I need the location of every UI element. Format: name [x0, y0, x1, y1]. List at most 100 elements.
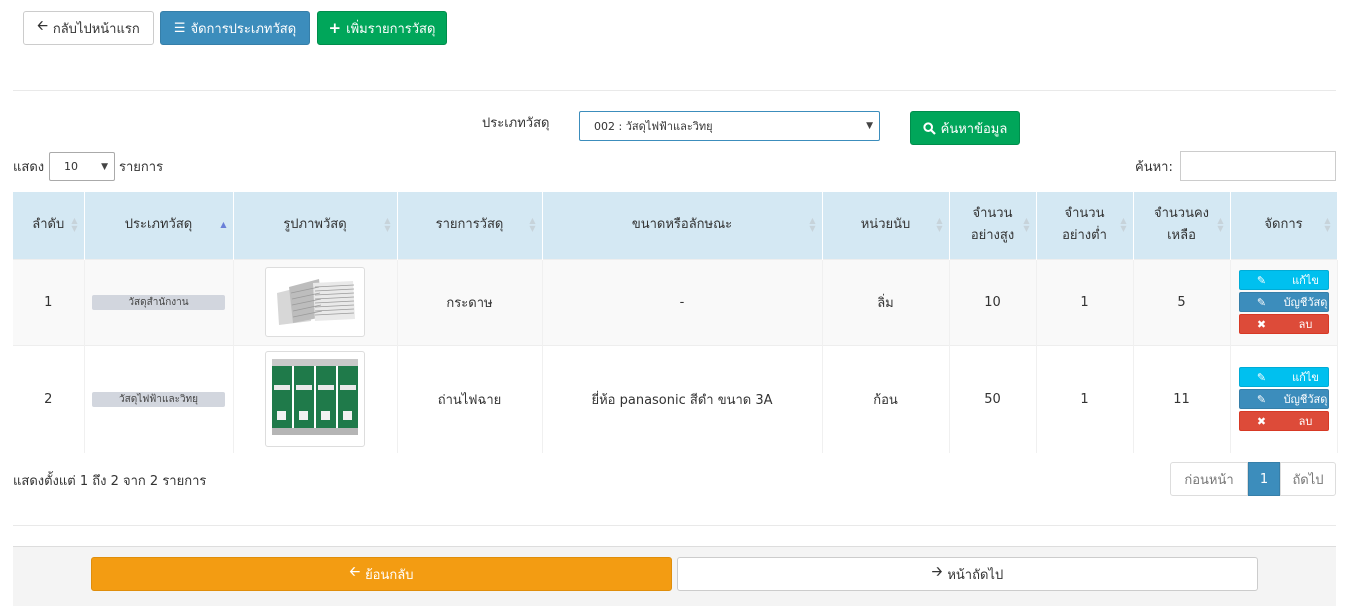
col-header-type[interactable]: ประเภทวัสดุ ▲	[84, 192, 234, 259]
manage-types-button[interactable]: ☰ จัดการประเภทวัสดุ	[160, 11, 310, 45]
back-label: ย้อนกลับ	[365, 567, 414, 583]
table-row: 2 วัสดุไฟฟ้าและวิทยุ ถ่านไฟฉาย ยี่ห้อ pa…	[13, 344, 1338, 453]
type-filter-label: ประเภทวัสดุ	[482, 116, 550, 131]
pagination-page-1[interactable]: 1	[1248, 462, 1280, 496]
pagination-next[interactable]: ถัดไป	[1280, 462, 1336, 496]
back-button[interactable]: 🡠 ย้อนกลับ	[91, 557, 672, 591]
cell-type: วัสดุสำนักงาน	[84, 258, 234, 345]
sort-icon: ▲ ▼	[809, 216, 816, 234]
sort-icon: ▲ ▼	[1324, 216, 1331, 234]
col-header-label: จำนวน อย่างต่ำ	[1062, 206, 1107, 244]
cell-size: ยี่ห้อ panasonic สีดำ ขนาด 3A	[542, 344, 823, 453]
cell-no: 2	[13, 344, 85, 453]
paper-stack-image[interactable]	[265, 267, 365, 337]
table-row: 1 วัสดุสำนักงาน กระดาษ - ลิ่ม 10 1 5 ✎ แ…	[13, 258, 1338, 345]
list-icon: ☰	[173, 20, 186, 36]
col-header-label: ประเภทวัสดุ	[124, 217, 193, 233]
edit-label: แก้ไข	[1292, 371, 1319, 385]
cell-image	[233, 258, 398, 345]
col-header-label: รายการวัสดุ	[435, 217, 504, 233]
search-label: ค้นหา:	[1135, 160, 1173, 175]
col-header-label: จำนวนคง เหลือ	[1153, 206, 1210, 244]
sort-icon: ▲ ▼	[384, 216, 391, 234]
sort-icon: ▲ ▼	[71, 216, 78, 234]
col-header-min[interactable]: จำนวน อย่างต่ำ ▲ ▼	[1036, 192, 1134, 259]
arrow-left-icon: 🡠	[349, 565, 361, 580]
type-badge: วัสดุสำนักงาน	[92, 295, 225, 310]
sort-icon: ▲ ▼	[1217, 216, 1224, 234]
plus-icon: +	[328, 19, 342, 37]
col-header-label: ขนาดหรือลักษณะ	[631, 217, 733, 233]
table-header-row: ลำดับ ▲ ▼ ประเภทวัสดุ ▲ รูปภาพวัสดุ ▲ ▼ รายกา…	[13, 192, 1338, 259]
edit-button[interactable]: ✎ แก้ไข	[1238, 270, 1329, 290]
next-page-label: หน้าถัดไป	[947, 567, 1004, 583]
search-input[interactable]	[1180, 151, 1336, 181]
show-suffix: รายการ	[119, 160, 164, 175]
col-header-name[interactable]: รายการวัสดุ ▲ ▼	[397, 192, 543, 259]
cell-min: 1	[1036, 258, 1134, 345]
divider	[13, 525, 1336, 526]
edit-button[interactable]: ✎ แก้ไข	[1238, 367, 1329, 388]
delete-button[interactable]: ✖ ลบ	[1238, 411, 1329, 432]
sort-icon: ▲ ▼	[936, 216, 943, 234]
type-select[interactable]: 002 : วัสดุไฟฟ้าและวิทยุ ▼	[579, 111, 880, 141]
delete-label: ลบ	[1298, 318, 1313, 331]
cell-actions: ✎ แก้ไข ✎ บัญชีวัสดุ ✖ ลบ	[1230, 258, 1338, 345]
col-header-manage[interactable]: จัดการ ▲ ▼	[1230, 192, 1338, 259]
cell-size: -	[542, 258, 823, 345]
type-badge: วัสดุไฟฟ้าและวิทยุ	[92, 392, 225, 408]
edit-icon: ✎	[1256, 273, 1267, 287]
cell-name: กระดาษ	[397, 258, 543, 345]
show-prefix: แสดง	[13, 160, 45, 175]
account-label: บัญชีวัสดุ	[1283, 393, 1328, 407]
account-label: บัญชีวัสดุ	[1283, 296, 1328, 309]
next-page-button[interactable]: 🡢 หน้าถัดไป	[677, 557, 1258, 591]
col-header-size[interactable]: ขนาดหรือลักษณะ ▲ ▼	[542, 192, 823, 259]
page-size-select[interactable]: 10 ▼	[49, 152, 115, 181]
col-header-unit[interactable]: หน่วยนับ ▲ ▼	[822, 192, 950, 259]
col-header-max[interactable]: จำนวน อย่างสูง ▲ ▼	[949, 192, 1037, 259]
close-icon: ✖	[1256, 317, 1267, 331]
sort-icon: ▲ ▼	[1023, 216, 1030, 234]
pagination-prev[interactable]: ก่อนหน้า	[1170, 462, 1248, 496]
manage-types-label: จัดการประเภทวัสดุ	[190, 21, 297, 37]
edit-icon: ✎	[1256, 392, 1267, 406]
caret-down-icon: ▼	[866, 121, 873, 131]
col-header-label: จัดการ	[1264, 217, 1303, 233]
cell-actions: ✎ แก้ไข ✎ บัญชีวัสดุ ✖ ลบ	[1230, 344, 1338, 453]
account-button[interactable]: ✎ บัญชีวัสดุ	[1238, 292, 1329, 312]
delete-label: ลบ	[1298, 415, 1313, 429]
batteries-image[interactable]	[265, 351, 365, 448]
col-header-label: รูปภาพวัสดุ	[283, 217, 347, 233]
sort-asc-icon: ▲	[220, 220, 227, 230]
col-header-label: หน่วยนับ	[860, 217, 911, 233]
col-header-image[interactable]: รูปภาพวัสดุ ▲ ▼	[233, 192, 398, 259]
divider	[13, 90, 1336, 91]
pagination: ก่อนหน้า 1 ถัดไป	[1170, 462, 1336, 496]
page-size-value: 10	[64, 160, 78, 173]
cell-type: วัสดุไฟฟ้าและวิทยุ	[84, 344, 234, 453]
col-header-no[interactable]: ลำดับ ▲ ▼	[13, 192, 85, 259]
cell-max: 10	[949, 258, 1037, 345]
back-home-button[interactable]: 🡠 กลับไปหน้าแรก	[23, 11, 154, 45]
table-info: แสดงตั้งแต่ 1 ถึง 2 จาก 2 รายการ	[13, 474, 207, 489]
col-header-label: ลำดับ	[32, 217, 65, 233]
materials-table: ลำดับ ▲ ▼ ประเภทวัสดุ ▲ รูปภาพวัสดุ ▲ ▼ รายกา…	[13, 192, 1338, 453]
search-button[interactable]: ค้นหาข้อมูล	[910, 111, 1020, 145]
edit-icon: ✎	[1256, 370, 1267, 384]
col-header-label: จำนวน อย่างสูง	[970, 206, 1015, 244]
cell-max: 50	[949, 344, 1037, 453]
col-header-remain[interactable]: จำนวนคง เหลือ ▲ ▼	[1133, 192, 1231, 259]
cell-remain: 5	[1133, 258, 1231, 345]
delete-button[interactable]: ✖ ลบ	[1238, 314, 1329, 334]
arrow-left-icon: 🡠	[37, 19, 48, 34]
cell-name: ถ่านไฟฉาย	[397, 344, 543, 453]
cell-unit: ก้อน	[822, 344, 950, 453]
account-button[interactable]: ✎ บัญชีวัสดุ	[1238, 389, 1329, 410]
arrow-right-icon: 🡢	[931, 565, 943, 580]
add-item-label: เพิ่มรายการวัสดุ	[346, 21, 436, 37]
add-item-button[interactable]: + เพิ่มรายการวัสดุ	[317, 11, 447, 45]
cell-unit: ลิ่ม	[822, 258, 950, 345]
caret-down-icon: ▼	[101, 161, 108, 172]
cell-min: 1	[1036, 344, 1134, 453]
